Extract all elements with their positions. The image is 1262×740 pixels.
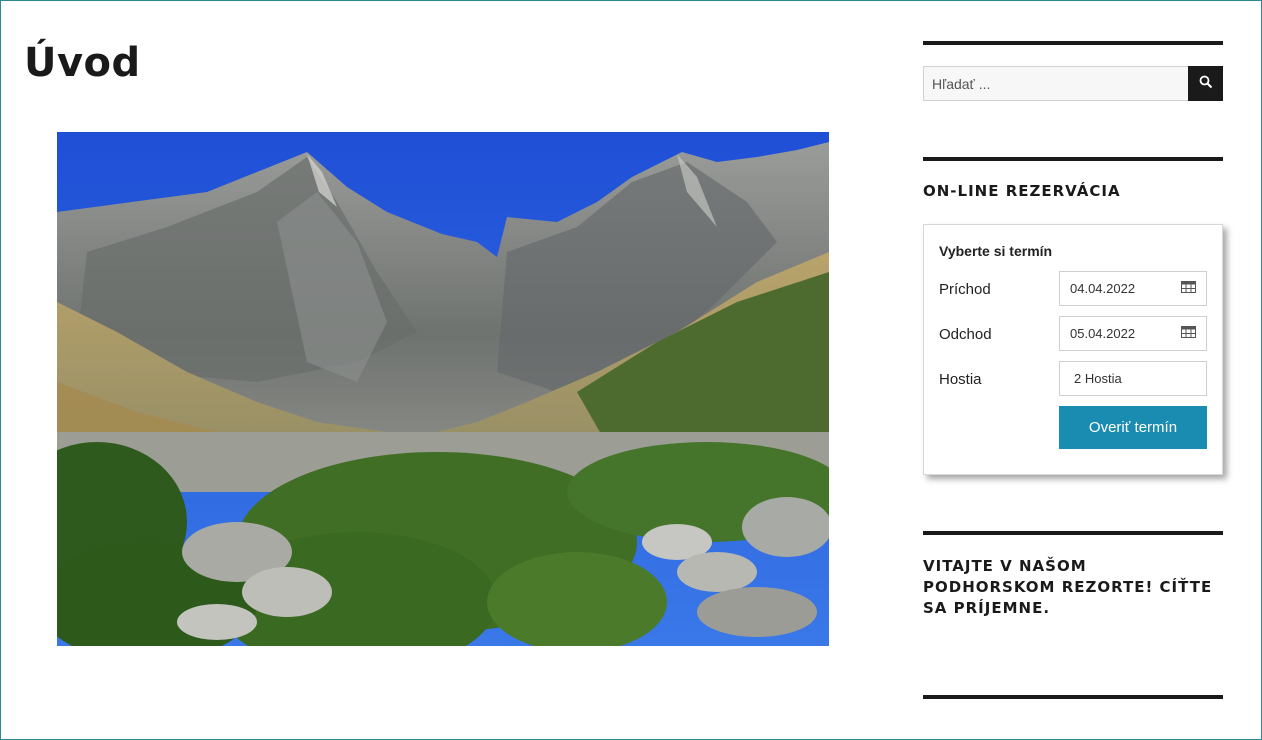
widget-divider [923, 41, 1223, 45]
widget-divider [923, 531, 1223, 535]
check-availability-button[interactable]: Overiť termín [1059, 406, 1207, 449]
booking-form: Vyberte si termín Príchod 04.04.2022 Odc… [923, 224, 1223, 475]
arrival-date-value: 04.04.2022 [1070, 281, 1136, 296]
arrival-label: Príchod [939, 281, 991, 298]
arrival-date-field[interactable]: 04.04.2022 [1059, 271, 1207, 306]
guests-select[interactable]: 2 Hostia [1059, 361, 1207, 396]
search-icon [1199, 75, 1213, 92]
departure-date-value: 05.04.2022 [1070, 326, 1136, 341]
hero-image [57, 132, 829, 646]
calendar-icon [1181, 281, 1196, 296]
search-input[interactable] [923, 66, 1188, 101]
page-title: Úvod [24, 40, 141, 86]
guests-label: Hostia [939, 371, 982, 388]
booking-heading: ON-LINE REZERVÁCIA [923, 182, 1121, 200]
search-form [923, 66, 1223, 101]
booking-form-title: Vyberte si termín [939, 243, 1053, 259]
departure-label: Odchod [939, 326, 992, 343]
departure-date-field[interactable]: 05.04.2022 [1059, 316, 1207, 351]
widget-divider [923, 695, 1223, 699]
guests-value: 2 Hostia [1074, 371, 1122, 386]
search-button[interactable] [1188, 66, 1223, 101]
calendar-icon [1181, 326, 1196, 341]
welcome-heading: VITAJTE V NAŠOM PODHORSKOM REZORTE! CÍŤT… [923, 557, 1213, 617]
widget-divider [923, 157, 1223, 161]
